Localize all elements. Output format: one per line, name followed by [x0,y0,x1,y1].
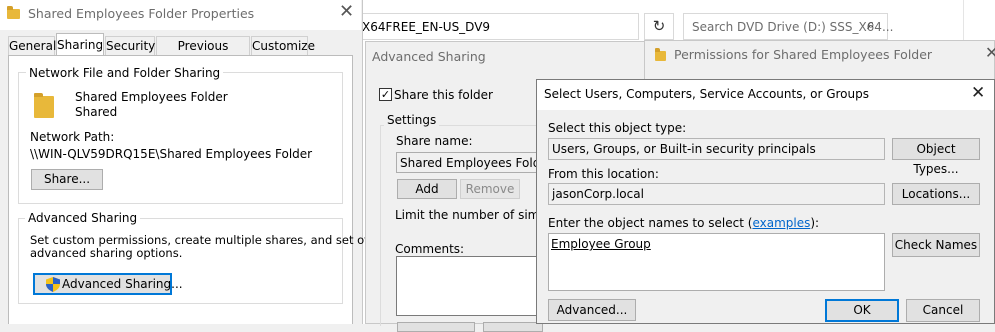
tab-general[interactable]: General [8,36,56,55]
location-field: jasonCorp.local [548,183,885,205]
advanced-sharing-button-label: Advanced Sharing... [62,277,183,291]
settings-group-label: Settings [384,113,440,127]
cancel-button[interactable]: Cancel [906,299,980,322]
object-types-button[interactable]: Object Types... [892,138,980,176]
tab-customize[interactable]: Customize [251,36,315,55]
object-names-value: Employee Group [551,237,651,251]
share-this-folder-label: Share this folder [394,88,493,102]
search-placeholder: Search DVD Drive (D:) SSS_X64... [692,20,894,34]
check-names-button[interactable]: Check Names [892,233,980,257]
folder-icon [7,6,20,19]
enter-label-prefix: Enter the object names to select ( [548,216,753,230]
remove-button[interactable]: Remove [460,179,520,199]
window-title: Shared Employees Folder Properties [28,6,255,21]
location-value: jasonCorp.local [552,187,644,201]
object-type-label: Select this object type: [548,121,687,135]
explorer-address-bar[interactable]: X64FREE_EN-US_DV9 [362,13,639,40]
select-users-dialog: Select Users, Computers, Service Account… [536,79,995,324]
tab-sharing[interactable]: Sharing [56,33,104,56]
advanced-sharing-group-label: Advanced Sharing [25,211,141,225]
shield-icon [46,277,60,292]
object-type-value: Users, Groups, or Built-in security prin… [552,142,816,156]
share-button[interactable]: Share... [31,169,103,190]
share-this-folder-checkbox[interactable]: ✓ [379,88,392,101]
share-name-label: Share name: [396,134,473,148]
share-name-value: Shared Employees Folder [400,156,553,170]
close-icon[interactable]: ✕ [971,83,985,103]
advanced-sharing-desc-2: advanced sharing options. [30,246,183,260]
advanced-button[interactable]: Advanced... [548,299,636,321]
location-label: From this location: [548,167,659,181]
tab-previous-versions[interactable]: Previous Versions [156,36,250,71]
folder-status: Shared [75,105,118,119]
enter-object-names-label: Enter the object names to select (exampl… [548,216,819,230]
advanced-sharing-dialog-title: Advanced Sharing [372,49,486,64]
close-icon[interactable]: ✕ [339,1,354,22]
refresh-icon[interactable]: ↻ [644,13,674,40]
select-users-titlebar: Select Users, Computers, Service Account… [537,80,994,110]
folder-name: Shared Employees Folder [75,90,228,104]
search-icon: ⌕ [867,17,875,33]
close-icon[interactable]: ✕ [985,43,995,62]
object-type-field: Users, Groups, or Built-in security prin… [548,138,885,160]
explorer-search-box[interactable]: Search DVD Drive (D:) SSS_X64... ⌕ [683,13,893,40]
explorer-path: X64FREE_EN-US_DV9 [362,20,491,34]
locations-button[interactable]: Locations... [892,183,980,205]
advanced-sharing-desc-1: Set custom permissions, create multiple … [30,233,388,247]
shared-folder-icon [34,93,54,118]
comments-field[interactable] [396,256,556,316]
object-names-input[interactable]: Employee Group [548,233,885,291]
tab-security[interactable]: Security [105,36,155,55]
folder-icon [655,48,666,61]
examples-link[interactable]: examples [752,216,810,230]
properties-window: Shared Employees Folder Properties ✕ Gen… [0,0,388,324]
properties-titlebar: Shared Employees Folder Properties ✕ [0,0,361,30]
network-path-label: Network Path: [30,130,115,144]
comments-label: Comments: [395,242,465,256]
advanced-sharing-button[interactable]: Advanced Sharing... [33,273,183,295]
add-button[interactable]: Add [397,179,457,199]
file-sharing-group-label: Network File and Folder Sharing [26,66,224,80]
ok-button[interactable]: OK [825,299,899,322]
enter-label-suffix: ): [810,216,820,230]
select-users-dialog-title: Select Users, Computers, Service Account… [544,87,869,101]
permissions-dialog-title: Permissions for Shared Employees Folder [674,47,933,62]
network-path: \\WIN-QLV59DRQ15E\Shared Employees Folde… [30,147,313,161]
